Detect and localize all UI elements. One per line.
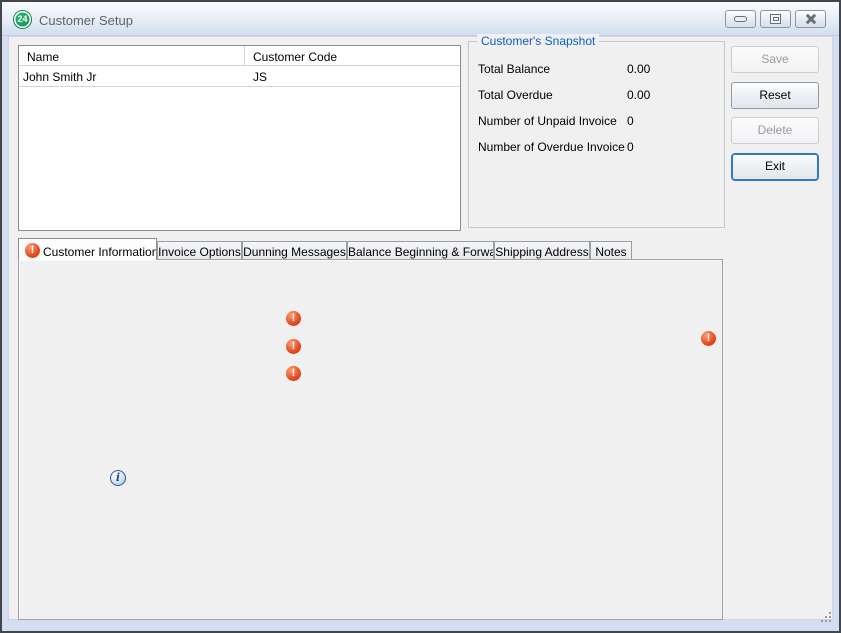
tab-error-icon: !	[25, 243, 40, 258]
column-header-name[interactable]: Name	[19, 46, 245, 66]
unpaid-invoice-count-value: 0	[627, 114, 634, 128]
customer-code-error-icon: !	[286, 311, 301, 326]
close-button[interactable]	[795, 10, 826, 28]
titlebar[interactable]: 24 Customer Setup	[2, 2, 839, 36]
column-header-customer-code[interactable]: Customer Code	[245, 46, 460, 66]
total-balance-value: 0.00	[627, 62, 650, 76]
window-title: Customer Setup	[39, 13, 133, 28]
exit-button[interactable]: Exit	[731, 153, 819, 181]
tab-shipping-address[interactable]: Shipping Address	[494, 241, 590, 259]
minimize-icon	[734, 16, 747, 22]
contact-error-icon: !	[701, 331, 716, 346]
reset-button[interactable]: Reset	[731, 82, 819, 109]
delete-button[interactable]: Delete	[731, 117, 819, 144]
customer-list[interactable]: Name Customer Code John Smith Jr JS	[18, 45, 461, 231]
maximize-icon	[770, 14, 781, 24]
tab-notes-label: Notes	[595, 245, 626, 259]
close-icon	[796, 11, 825, 27]
tab-customer-information-label: Customer Information	[43, 245, 157, 259]
first-name-error-icon: !	[286, 366, 301, 381]
tab-balance-beginning-forward-label: Balance Beginning & Forward	[348, 245, 494, 259]
overdue-invoice-count-value: 0	[627, 140, 634, 154]
unpaid-invoice-count-label: Number of Unpaid Invoice	[478, 114, 617, 128]
tab-invoice-options-label: Invoice Options	[158, 245, 241, 259]
address1-info-icon: i	[110, 470, 126, 486]
total-overdue-value: 0.00	[627, 88, 650, 102]
customer-snapshot-group: Customer's Snapshot Total Balance 0.00 T…	[468, 41, 725, 228]
customer-information-tab-panel	[18, 259, 723, 620]
tab-balance-beginning-forward[interactable]: Balance Beginning & Forward	[347, 241, 494, 259]
app-logo-icon: 24	[14, 11, 31, 28]
total-balance-label: Total Balance	[478, 62, 550, 76]
customer-code-cell: JS	[253, 70, 267, 84]
tab-shipping-address-label: Shipping Address	[495, 245, 588, 259]
customer-list-row[interactable]: John Smith Jr JS	[19, 66, 460, 87]
maximize-button[interactable]	[760, 10, 791, 28]
customer-name-cell: John Smith Jr	[23, 70, 96, 84]
minimize-button[interactable]	[725, 10, 756, 28]
tab-invoice-options[interactable]: Invoice Options	[157, 241, 242, 259]
snapshot-group-title: Customer's Snapshot	[477, 34, 599, 48]
customer-setup-window: 24 Customer Setup Name Customer Code Joh…	[0, 0, 841, 633]
total-overdue-label: Total Overdue	[478, 88, 553, 102]
overdue-invoice-count-label: Number of Overdue Invoice	[478, 140, 625, 154]
business-name-error-icon: !	[286, 339, 301, 354]
tab-dunning-messages[interactable]: Dunning Messages	[242, 241, 347, 259]
resize-grip[interactable]	[821, 612, 832, 623]
tab-dunning-messages-label: Dunning Messages	[243, 245, 346, 259]
tab-customer-information[interactable]: ! Customer Information	[18, 238, 157, 260]
tab-notes[interactable]: Notes	[590, 241, 632, 259]
save-button[interactable]: Save	[731, 46, 819, 73]
